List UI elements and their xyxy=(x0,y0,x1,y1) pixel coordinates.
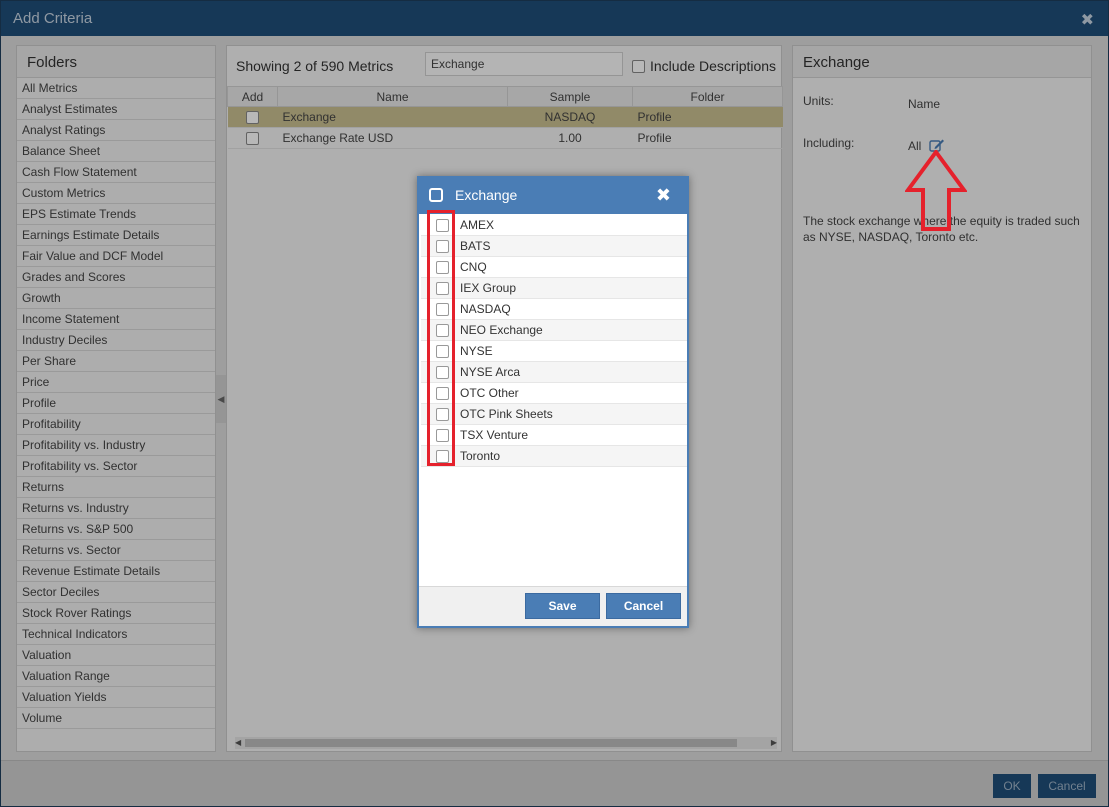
exchange-option[interactable]: OTC Pink Sheets xyxy=(421,404,687,425)
exchange-option-label: IEX Group xyxy=(460,281,517,295)
modal-header: Exchange ✖ xyxy=(419,178,687,214)
modal-title: Exchange xyxy=(455,187,518,203)
exchange-option-label: NEO Exchange xyxy=(460,323,543,337)
exchange-option-label: NYSE Arca xyxy=(460,365,521,379)
exchange-filter-modal: Exchange ✖ AMEX BATS CNQ IEX Group NASDAQ NEO… xyxy=(417,176,689,628)
modal-close-icon[interactable]: ✖ xyxy=(656,185,671,206)
exchange-option[interactable]: NEO Exchange xyxy=(421,320,687,341)
exchange-option[interactable]: Toronto xyxy=(421,446,687,467)
exchange-option-label: AMEX xyxy=(460,218,495,232)
exchange-option[interactable]: NYSE Arca xyxy=(421,362,687,383)
exchange-option-label: OTC Pink Sheets xyxy=(460,407,553,421)
up-arrow-annotation xyxy=(904,148,968,235)
exchange-option-label: BATS xyxy=(460,239,491,253)
exchange-options-list: AMEX BATS CNQ IEX Group NASDAQ NEO Exchange NY… xyxy=(421,215,687,467)
exchange-option-label: NYSE xyxy=(460,344,493,358)
exchange-option-label: NASDAQ xyxy=(460,302,511,316)
exchange-option[interactable]: IEX Group xyxy=(421,278,687,299)
select-all-checkbox[interactable] xyxy=(429,188,443,202)
modal-cancel-button[interactable]: Cancel xyxy=(606,593,681,619)
exchange-option-label: Toronto xyxy=(460,449,501,463)
save-button[interactable]: Save xyxy=(525,593,600,619)
modal-footer: Save Cancel xyxy=(419,586,687,626)
exchange-option[interactable]: AMEX xyxy=(421,215,687,236)
exchange-option[interactable]: NYSE xyxy=(421,341,687,362)
checkbox-highlight-annotation xyxy=(427,210,455,466)
exchange-option-label: CNQ xyxy=(460,260,487,274)
exchange-option[interactable]: BATS xyxy=(421,236,687,257)
exchange-option[interactable]: CNQ xyxy=(421,257,687,278)
exchange-option[interactable]: OTC Other xyxy=(421,383,687,404)
exchange-option[interactable]: NASDAQ xyxy=(421,299,687,320)
exchange-option-label: OTC Other xyxy=(460,386,519,400)
exchange-option-label: TSX Venture xyxy=(460,428,529,442)
exchange-option[interactable]: TSX Venture xyxy=(421,425,687,446)
